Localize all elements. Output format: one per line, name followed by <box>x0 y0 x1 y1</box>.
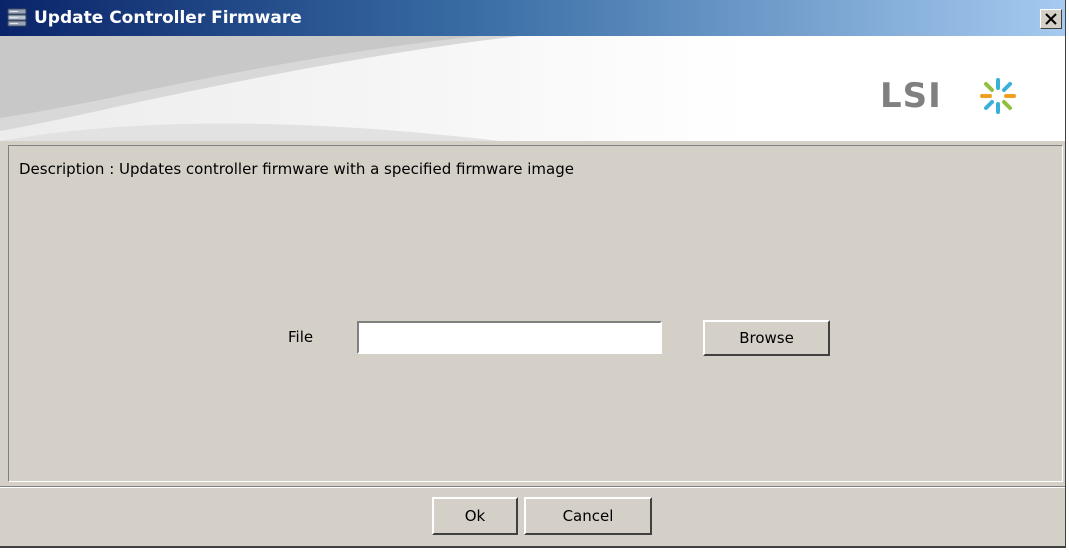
database-icon <box>6 7 28 29</box>
content-panel: Description : Updates controller firmwar… <box>8 145 1063 482</box>
file-path-input[interactable] <box>357 321 662 354</box>
update-firmware-dialog: Update Controller Firmware LSI Descripti… <box>0 0 1066 548</box>
header-banner: LSI <box>0 36 1065 141</box>
title-bar[interactable]: Update Controller Firmware <box>0 0 1065 36</box>
description-text: Description : Updates controller firmwar… <box>19 160 574 178</box>
footer-divider <box>0 486 1065 488</box>
lsi-starburst-icon <box>976 76 1020 120</box>
lsi-logo: LSI <box>880 74 1040 118</box>
close-icon <box>1045 10 1057 29</box>
close-button[interactable] <box>1040 9 1062 29</box>
logo-text: LSI <box>880 76 942 116</box>
window-title: Update Controller Firmware <box>34 8 302 28</box>
file-label: File <box>288 328 314 346</box>
ok-button[interactable]: Ok <box>432 497 518 535</box>
browse-button[interactable]: Browse <box>703 320 830 356</box>
cancel-button[interactable]: Cancel <box>524 497 652 535</box>
